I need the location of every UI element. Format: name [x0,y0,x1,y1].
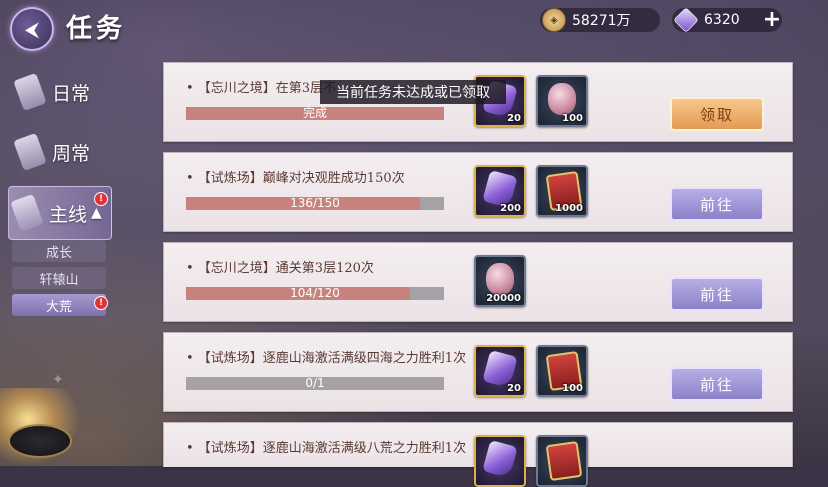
pink-stone-icon [548,83,576,115]
reward-crystal[interactable]: 200 [474,165,526,217]
coin-amount: 58271万 [572,13,631,29]
reward-count: 100 [562,383,583,394]
reward-pinkstone[interactable]: 100 [536,75,588,127]
coin-counter: ◈ 58271万 [540,8,660,32]
reward-count: 1000 [555,203,583,214]
reward-crystal[interactable] [474,435,526,487]
tab-weekly[interactable]: 周常 [12,124,108,180]
sub-tab-growth[interactable]: 成长 [12,240,106,262]
reward-pinkstone[interactable]: 20000 [474,255,526,307]
quest-description: • 【试炼场】逐鹿山海激活满级八荒之力胜利1次 [186,441,467,456]
reward-count: 20000 [486,293,521,304]
reward-count: 20 [507,383,521,394]
scroll-icon [10,193,44,233]
reward-crystal[interactable]: 20 [474,345,526,397]
gem-amount: 6320 [704,12,740,28]
scroll-icon [13,72,47,112]
notification-badge: ! [94,192,108,206]
sub-tab-dahuang[interactable]: 大荒 [12,294,106,316]
progress-text: 0/1 [305,376,325,390]
pink-stone-icon [486,263,514,295]
toast-message: 当前任务未达成或已领取 [320,80,506,104]
progress-bar: 0/1 [186,377,444,390]
go-button[interactable]: 前往 [670,277,764,311]
progress-bar: 136/150 [186,197,444,210]
lamp-icon [8,424,72,458]
scroll-icon [13,132,47,172]
progress-text: 104/120 [290,286,340,300]
quest-card: • 【试炼场】逐鹿山海激活满级八荒之力胜利1次 [163,422,793,487]
progress-text: 完成 [302,106,327,120]
reward-token[interactable]: 100 [536,345,588,397]
page-title: 任务 [66,14,127,44]
claim-button[interactable]: 领取 [670,97,764,131]
reward-token[interactable]: 1000 [536,165,588,217]
tab-daily-label: 日常 [52,82,91,105]
chevron-up-icon: ▲ [91,205,102,221]
sparkle-decoration: ✦ [52,372,64,388]
reward-count: 20 [507,113,521,124]
add-gems-button[interactable]: + [762,9,782,31]
progress-bar: 104/120 [186,287,444,300]
sub-tab-xuanyuan[interactable]: 轩辕山 [12,267,106,289]
progress-text: 136/150 [290,196,340,210]
go-button[interactable]: 前往 [670,187,764,221]
quest-description: • 【忘川之境】在第3层不 [186,81,337,96]
quest-description: • 【试炼场】逐鹿山海激活满级四海之力胜利1次 [186,351,467,366]
coin-icon: ◈ [542,8,566,32]
quest-card: • 【忘川之境】通关第3层120次 104/120 20000 前往 [163,242,793,322]
token-icon [545,440,583,482]
reward-token[interactable] [536,435,588,487]
back-arrow-icon: ⮜ [24,17,40,41]
progress-bar: 完成 [186,107,444,120]
notification-badge: ! [94,296,108,310]
back-button[interactable]: ⮜ [10,7,54,51]
gem-icon [673,7,699,33]
reward-count: 100 [562,113,583,124]
go-button[interactable]: 前往 [670,367,764,401]
tab-daily[interactable]: 日常 [12,64,108,120]
tab-main-label: 主线 [49,203,88,226]
quest-description: • 【试炼场】巅峰对决观胜成功150次 [186,171,405,186]
reward-count: 200 [500,203,521,214]
tab-weekly-label: 周常 [52,142,91,165]
quest-card: • 【试炼场】巅峰对决观胜成功150次 136/150 200 1000 前往 [163,152,793,232]
quest-description: • 【忘川之境】通关第3层120次 [186,261,374,276]
quest-card: • 【试炼场】逐鹿山海激活满级四海之力胜利1次 0/1 20 100 前往 [163,332,793,412]
crystal-icon [482,439,518,479]
